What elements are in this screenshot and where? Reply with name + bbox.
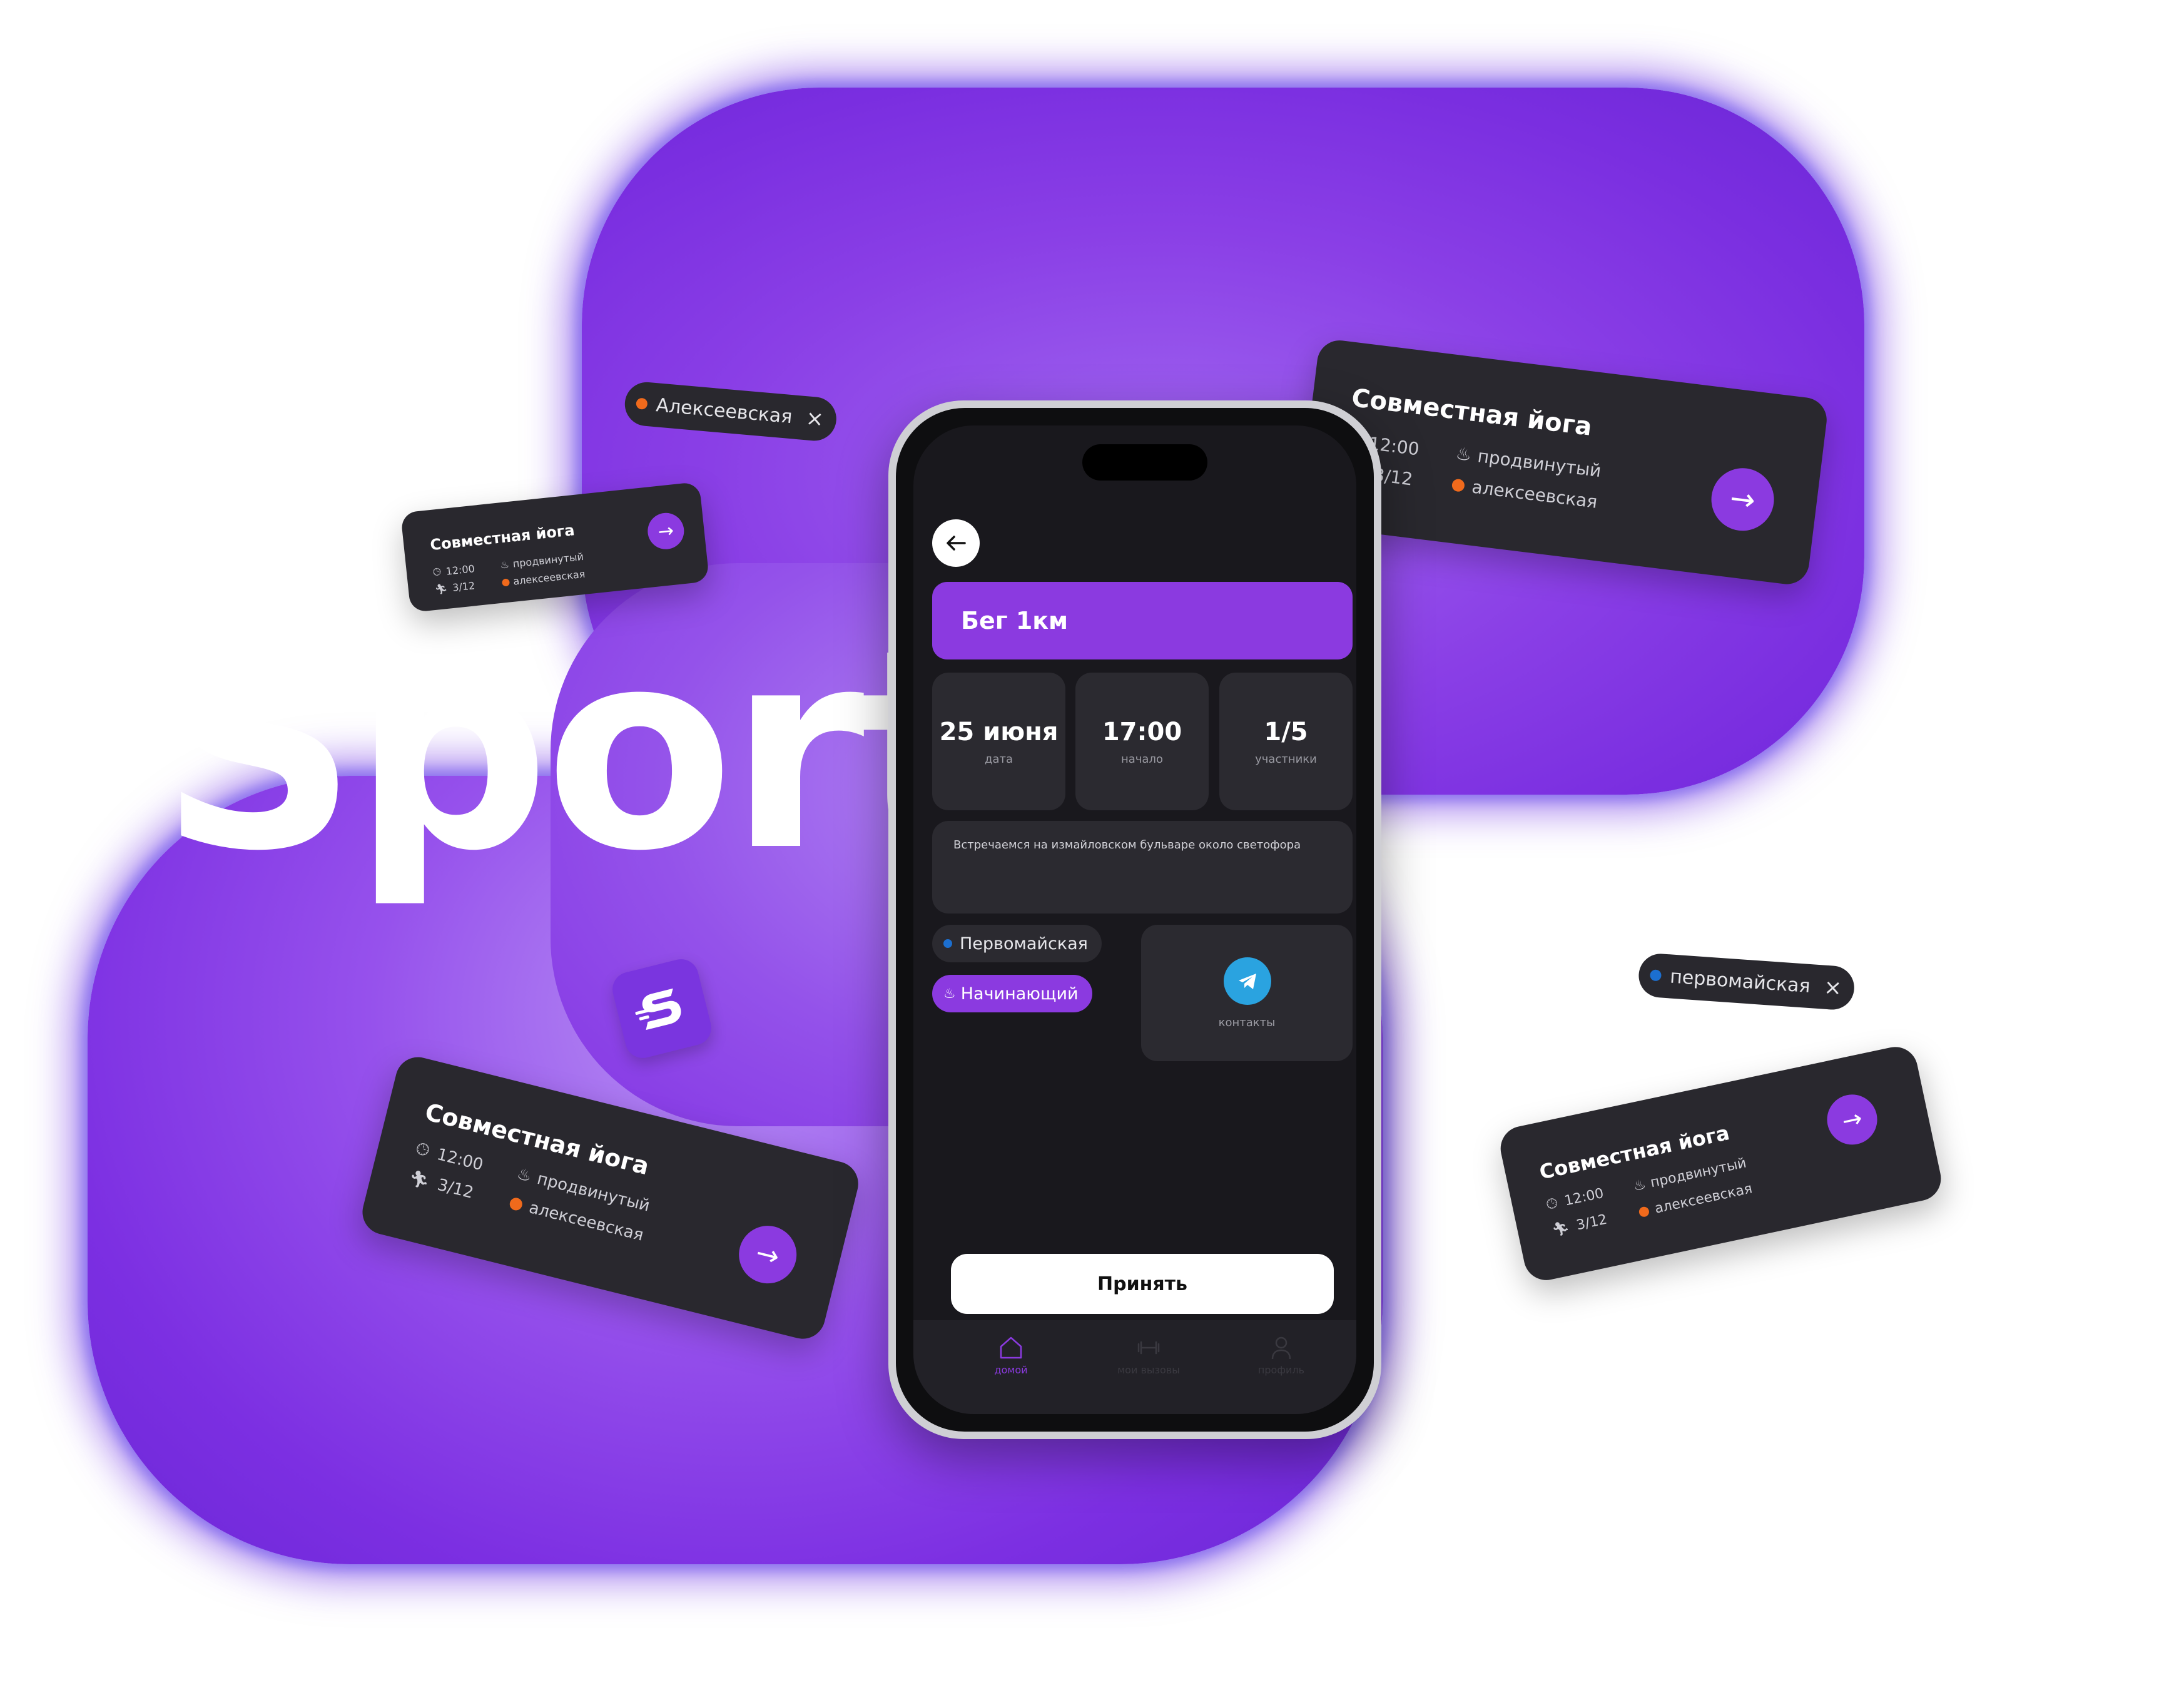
arrow-left-icon: [947, 536, 966, 551]
chip-label: первомайская: [1669, 965, 1811, 997]
flame-icon: ♨: [1632, 1176, 1648, 1195]
chip-label: Алексеевская: [655, 394, 793, 428]
runner-icon: 🏃︎: [407, 1168, 432, 1192]
flame-icon: ♨: [943, 985, 956, 1002]
participants-value: 1/5: [1264, 718, 1308, 746]
metro-dot: [1451, 478, 1466, 492]
card-level: ♨ продвинутый: [499, 550, 584, 571]
clock-icon: 🕒︎: [414, 1139, 432, 1161]
phone-mockup: Бег 1км 25 июня дата 17:00 начало 1/5 уч…: [888, 400, 1381, 1439]
dumbbell-icon: [1137, 1341, 1160, 1355]
card-time: 🕒︎ 12:00: [432, 562, 475, 579]
event-title: Бег 1км: [932, 582, 1353, 659]
card-participants: 🏃︎ 3/12: [407, 1168, 475, 1203]
app-screen: Бег 1км 25 июня дата 17:00 начало 1/5 уч…: [913, 425, 1356, 1414]
runner-icon: 🏃︎: [434, 582, 449, 596]
tab-profile[interactable]: профиль: [1231, 1334, 1331, 1376]
flame-icon: ♨: [499, 558, 510, 571]
tab-home[interactable]: домой: [961, 1334, 1061, 1376]
open-arrow-button[interactable]: →: [1707, 464, 1778, 534]
runner-icon: 🏃︎: [1550, 1219, 1572, 1239]
card-time: 🕒︎ 12:00: [414, 1139, 485, 1174]
home-icon: [1000, 1336, 1022, 1359]
close-icon[interactable]: ×: [805, 405, 825, 432]
telegram-icon: [1224, 957, 1271, 1005]
clock-icon: 🕒︎: [432, 565, 442, 579]
back-button[interactable]: [932, 519, 980, 567]
profile-icon: [1271, 1336, 1291, 1360]
date-value: 25 июня: [939, 718, 1059, 746]
card-time: 🕒︎ 12:00: [1545, 1185, 1605, 1213]
contacts-label: контакты: [1218, 1016, 1276, 1029]
participants-tile: 1/5 участники: [1219, 673, 1353, 810]
bottom-tab-bar: домой мои вызовы профиль: [913, 1320, 1356, 1414]
close-icon[interactable]: ×: [1823, 975, 1842, 1001]
card-participants: 🏃︎ 3/12: [1550, 1211, 1609, 1239]
start-time-value: 17:00: [1102, 718, 1182, 746]
card-station: алексеевская: [1451, 474, 1598, 512]
card-station: алексеевская: [501, 568, 586, 589]
dynamic-island: [1082, 444, 1207, 481]
date-label: дата: [985, 753, 1013, 766]
open-arrow-button[interactable]: →: [646, 511, 686, 551]
card-title: Совместная йога: [1349, 384, 1594, 442]
metro-dot: [636, 397, 648, 410]
start-time-tile: 17:00 начало: [1075, 673, 1209, 810]
metro-dot: [501, 578, 510, 587]
level-pill: ♨ Начинающий: [932, 975, 1092, 1012]
metro-dot: [943, 939, 952, 948]
card-level: ♨ продвинутый: [1455, 442, 1603, 482]
start-time-label: начало: [1121, 753, 1163, 766]
clock-icon: 🕒︎: [1545, 1195, 1559, 1213]
flame-icon: ♨: [515, 1164, 534, 1186]
metro-dot: [1649, 969, 1662, 982]
card-title: Совместная йога: [429, 521, 576, 554]
tab-my-challenges[interactable]: мои вызовы: [1099, 1334, 1199, 1376]
open-arrow-button[interactable]: →: [733, 1219, 803, 1290]
phone-bezel: Бег 1км 25 июня дата 17:00 начало 1/5 уч…: [896, 408, 1374, 1432]
date-tile: 25 июня дата: [932, 673, 1065, 810]
participants-label: участники: [1255, 753, 1317, 766]
metro-dot: [508, 1196, 524, 1212]
station-pill: Первомайская: [932, 925, 1102, 962]
flame-icon: ♨: [1455, 442, 1473, 466]
contacts-button[interactable]: контакты: [1141, 925, 1353, 1061]
card-participants: 🏃︎ 3/12: [434, 579, 475, 596]
event-description: Встречаемся на измайловском бульваре око…: [932, 821, 1353, 914]
accept-button[interactable]: Принять: [951, 1254, 1334, 1314]
open-arrow-button[interactable]: →: [1822, 1089, 1882, 1149]
metro-dot: [1638, 1205, 1650, 1218]
brand-wordmark: Sport: [160, 591, 991, 911]
